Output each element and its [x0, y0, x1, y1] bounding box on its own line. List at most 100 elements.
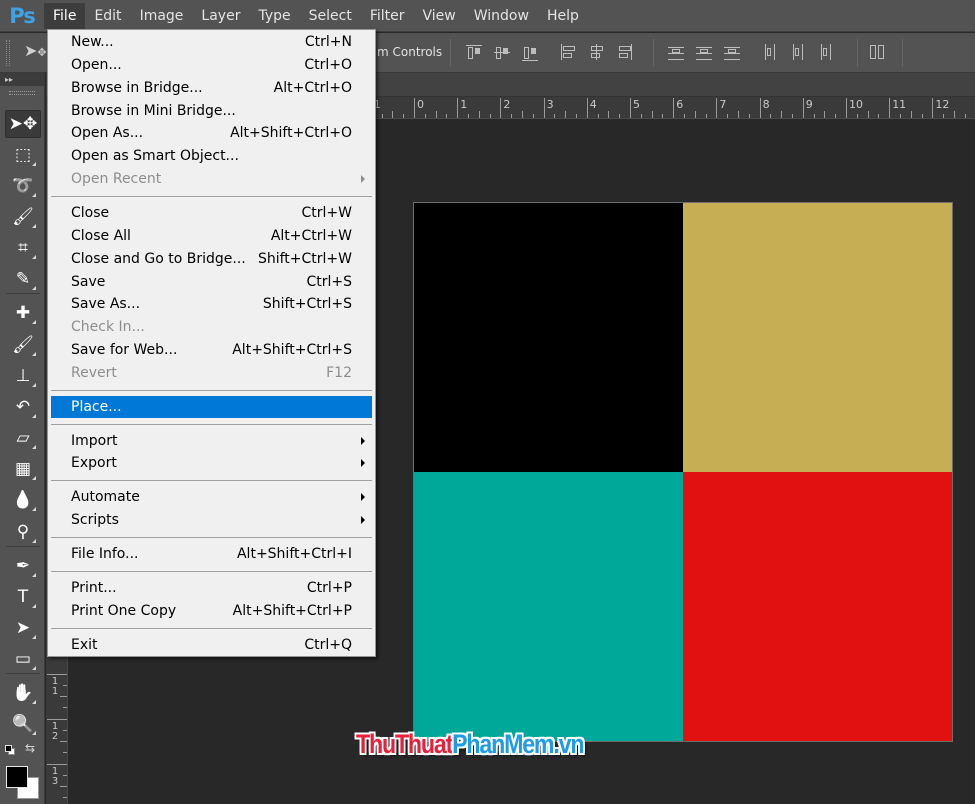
type-tool[interactable]: T	[5, 583, 41, 611]
tools-panel-collapse[interactable]: ▸▸	[0, 73, 44, 86]
tool-flyout-indicator	[32, 573, 36, 577]
file-menu-item-file-info[interactable]: File Info... Alt+Shift+Ctrl+I	[51, 543, 372, 565]
swap-colors-icon[interactable]: ⇆	[25, 741, 35, 755]
menu-view[interactable]: View	[414, 3, 465, 29]
file-menu-item-open-as[interactable]: Open As... Alt+Shift+Ctrl+O	[51, 122, 372, 144]
crop-tool-icon: ⌗	[18, 238, 28, 258]
file-menu-item-browse-in-bridge[interactable]: Browse in Bridge... Alt+Ctrl+O	[51, 77, 372, 99]
gradient-tool[interactable]: ▦	[5, 455, 41, 483]
align-bottom-edges-icon[interactable]	[522, 44, 540, 62]
menu-filter[interactable]: Filter	[361, 3, 414, 29]
file-menu-item-revert[interactable]: Revert F12	[51, 362, 372, 384]
ruler-minor-tick	[63, 707, 67, 708]
menu-type[interactable]: Type	[249, 3, 299, 29]
file-menu-item-export[interactable]: Export	[51, 452, 372, 474]
file-menu-item-place[interactable]: Place...	[51, 395, 372, 418]
menu-edit[interactable]: Edit	[85, 3, 130, 29]
history-brush-tool-icon: ↶	[15, 397, 31, 417]
eraser-tool[interactable]: ▱	[5, 424, 41, 452]
path-selection-tool[interactable]: ➤	[5, 614, 41, 642]
options-bar-grip[interactable]	[6, 40, 10, 66]
file-menu-item-scripts[interactable]: Scripts	[51, 509, 372, 531]
file-menu-item-exit[interactable]: Exit Ctrl+Q	[51, 634, 372, 656]
brush-tool[interactable]: 🖌	[5, 331, 41, 359]
distribute-right-edges-icon[interactable]	[818, 44, 836, 62]
clone-stamp-tool[interactable]: ⊥	[5, 362, 41, 390]
ruler-minor-tick	[694, 111, 696, 118]
eyedropper-tool[interactable]: ✎	[5, 265, 41, 293]
distribute-bottom-edges-icon[interactable]	[724, 44, 742, 62]
menu-layer[interactable]: Layer	[192, 3, 249, 29]
file-menu-item-close-and-go-to-bridge[interactable]: Close and Go to Bridge... Shift+Ctrl+W	[51, 248, 372, 270]
quadrant-black	[414, 203, 683, 472]
document-canvas[interactable]	[414, 203, 952, 741]
file-menu-item-check-in[interactable]: Check In...	[51, 316, 372, 338]
blur-tool[interactable]: 💧	[5, 486, 41, 514]
ruler-major-tick	[932, 98, 934, 118]
ruler-minor-tick	[554, 114, 556, 118]
watermark-part-3: .vn	[553, 729, 584, 759]
ruler-minor-tick	[684, 114, 685, 118]
file-menu-item-print[interactable]: Print... Ctrl+P	[51, 577, 372, 599]
file-menu-item-automate[interactable]: Automate	[51, 486, 372, 508]
file-menu-item-browse-in-mini-bridge[interactable]: Browse in Mini Bridge...	[51, 100, 372, 122]
tool-flyout-indicator	[32, 383, 36, 387]
distribute-horizontal-centers-icon[interactable]	[790, 44, 808, 62]
dodge-tool[interactable]: ⚲	[5, 518, 41, 546]
foreground-color-swatch[interactable]	[6, 766, 28, 788]
file-menu-item-new[interactable]: New... Ctrl+N	[51, 31, 372, 53]
menu-bar: Ps File Edit Image Layer Type Select Fil…	[0, 0, 975, 32]
distribute-vertical-centers-icon[interactable]	[696, 44, 714, 62]
file-menu-item-print-one-copy[interactable]: Print One Copy Alt+Shift+Ctrl+P	[51, 600, 372, 622]
file-menu-item-open[interactable]: Open... Ctrl+O	[51, 54, 372, 76]
rectangular-marquee-tool[interactable]: ⬚	[5, 141, 41, 169]
align-vertical-centers-icon[interactable]	[494, 44, 512, 62]
lasso-tool[interactable]: ➰	[5, 172, 41, 200]
distribute-top-edges-icon[interactable]	[668, 44, 686, 62]
default-colors-icon[interactable]	[5, 745, 16, 756]
menu-help[interactable]: Help	[538, 3, 588, 29]
watermark: ThuThuatPhanMem.vn	[356, 729, 585, 760]
crop-tool[interactable]: ⌗	[5, 234, 41, 262]
menu-file[interactable]: File	[44, 2, 86, 29]
file-menu-item-open-recent[interactable]: Open Recent	[51, 168, 372, 190]
align-left-edges-icon[interactable]	[560, 44, 578, 62]
align-right-edges-icon[interactable]	[616, 44, 634, 62]
auto-align-layers-icon[interactable]	[869, 44, 887, 62]
file-menu-item-import[interactable]: Import	[51, 430, 372, 452]
ruler-minor-tick	[835, 114, 837, 118]
file-menu-item-open-as-smart-object[interactable]: Open as Smart Object...	[51, 145, 372, 167]
align-top-edges-icon[interactable]	[466, 44, 484, 62]
menu-item-label: Print...	[71, 579, 117, 596]
menu-item-label: Open as Smart Object...	[71, 148, 239, 165]
ruler-minor-tick	[608, 111, 610, 118]
ruler-major-tick	[846, 98, 847, 118]
tools-panel-grip[interactable]	[9, 91, 35, 95]
distribute-left-edges-icon[interactable]	[762, 44, 780, 62]
file-menu-item-close[interactable]: Close Ctrl+W	[51, 202, 372, 224]
align-horizontal-centers-icon[interactable]	[588, 44, 606, 62]
move-tool-icon[interactable]: ➤✥	[24, 41, 47, 60]
menu-item-shortcut: Alt+Shift+Ctrl+O	[230, 125, 352, 142]
hand-tool[interactable]: ✋	[5, 679, 41, 707]
menu-item-shortcut: Ctrl+P	[306, 579, 352, 596]
spot-healing-brush-tool[interactable]: ✚	[5, 299, 41, 327]
menu-window[interactable]: Window	[465, 3, 538, 29]
show-transform-controls-label[interactable]: m Controls	[377, 45, 442, 59]
menu-image[interactable]: Image	[131, 3, 193, 29]
pen-tool[interactable]: ✒	[5, 552, 41, 580]
brush-tool-icon: 🖌	[12, 335, 34, 355]
rectangle-tool[interactable]: ▭	[5, 645, 41, 673]
file-menu-item-close-all[interactable]: Close All Alt+Ctrl+W	[51, 225, 372, 247]
menu-select[interactable]: Select	[300, 3, 361, 29]
zoom-tool[interactable]: 🔍	[5, 710, 41, 738]
file-menu-item-save[interactable]: Save Ctrl+S	[51, 271, 372, 293]
menu-item-shortcut: Ctrl+S	[306, 273, 352, 290]
history-brush-tool[interactable]: ↶	[5, 393, 41, 421]
ruler-label: 7	[719, 98, 727, 111]
quick-selection-tool[interactable]: 🖌	[5, 203, 41, 231]
file-menu-item-save-as[interactable]: Save As... Shift+Ctrl+S	[51, 293, 372, 315]
file-menu-item-save-for-web[interactable]: Save for Web... Alt+Shift+Ctrl+S	[51, 339, 372, 361]
move-tool[interactable]: ➤✥	[5, 110, 41, 138]
menu-item-label: File Info...	[71, 546, 139, 562]
